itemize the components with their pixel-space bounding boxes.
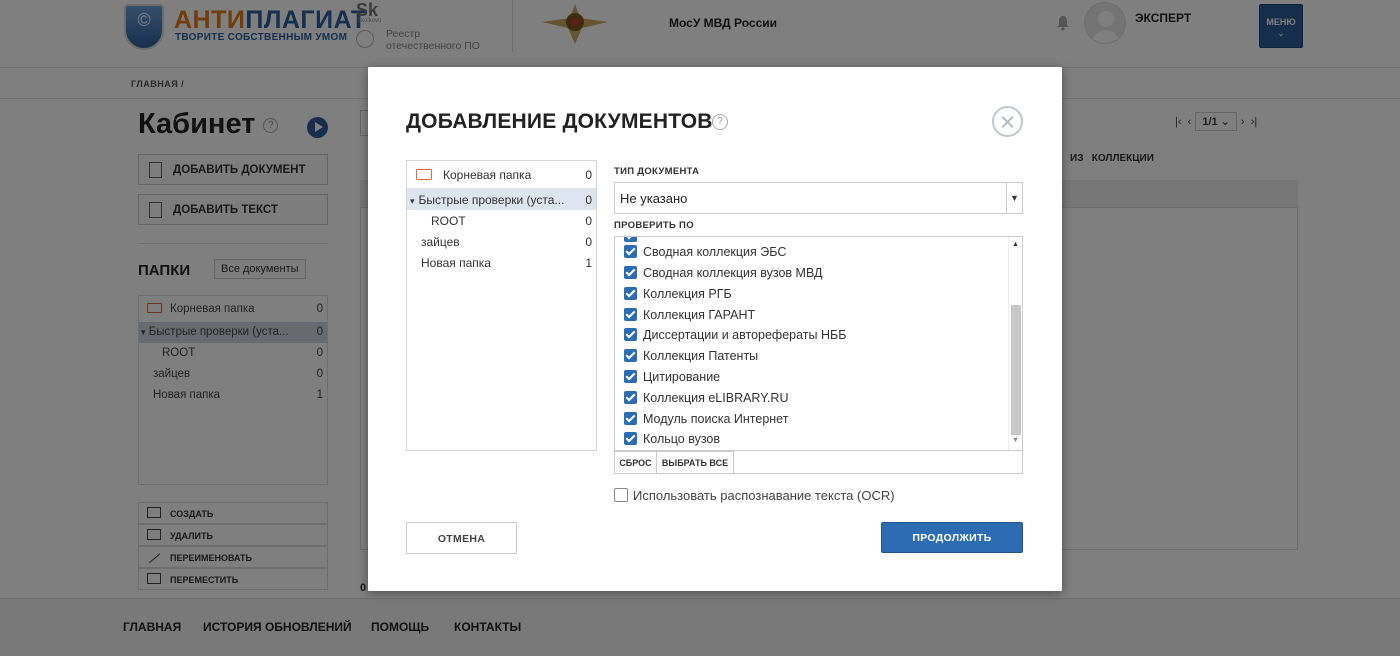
checkbox-checked[interactable] [624, 237, 637, 242]
collection-item[interactable]: Коллекция Патенты [624, 349, 758, 369]
checkbox-checked[interactable] [624, 349, 637, 362]
collections-checklist: Сводная коллекция ЭБС Сводная коллекция … [614, 236, 1023, 451]
close-icon[interactable] [992, 106, 1023, 137]
tree-item-count: 0 [585, 168, 592, 182]
reset-button[interactable]: СБРОС [614, 451, 657, 474]
collection-item[interactable]: Сводная коллекция вузов МВД [624, 266, 823, 286]
tree-item-label: зайцев [421, 235, 460, 249]
checkbox-checked[interactable] [624, 266, 637, 279]
check-by-label: ПРОВЕРИТЬ ПО [614, 220, 694, 231]
checkbox-checked[interactable] [624, 308, 637, 321]
collection-item[interactable]: Коллекция ГАРАНТ [624, 308, 755, 328]
collection-label: Коллекция Патенты [643, 349, 759, 363]
tree-item-new-folder[interactable]: Новая папка 1 [407, 252, 596, 273]
collection-label: Сводная коллекция ЭБС [643, 245, 787, 259]
add-documents-modal: ДОБАВЛЕНИЕ ДОКУМЕНТОВ ? Корневая папка 0 … [368, 67, 1062, 591]
tree-item-zaitsev[interactable]: зайцев 0 [407, 231, 596, 252]
checkbox-checked[interactable] [624, 370, 637, 383]
collection-item[interactable]: Коллекция РГБ [624, 287, 732, 307]
scroll-up-icon[interactable]: ▲ [1012, 241, 1019, 248]
collection-item[interactable]: Цитирование [624, 370, 720, 390]
collection-label: Сводная коллекция вузов МВД [643, 266, 823, 280]
modal-folder-tree: Корневая папка 0 ▾ Быстрые проверки (уста.… [406, 160, 597, 451]
cancel-button[interactable]: ОТМЕНА [406, 522, 517, 554]
doc-type-label: ТИП ДОКУМЕНТА [614, 166, 700, 177]
checklist-scrollbar[interactable]: ▲ ▼ [1008, 237, 1022, 450]
checkbox-checked[interactable] [624, 245, 637, 258]
tree-item-count: 1 [585, 256, 592, 270]
select-all-button[interactable]: ВЫБРАТЬ ВСЕ [656, 451, 734, 474]
tree-item-quick-checks[interactable]: ▾ Быстрые проверки (уста... 0 [407, 189, 596, 210]
collection-label: Коллекция eLIBRARY.RU [643, 391, 789, 405]
tree-item-label: ROOT [431, 214, 466, 228]
collection-item[interactable]: Кольцо вузов [624, 432, 721, 450]
collection-label: Коллекция ГАРАНТ [643, 308, 756, 322]
chevron-down-icon[interactable]: ▾ [410, 196, 415, 206]
scrollbar-thumb[interactable] [1011, 305, 1021, 435]
collection-label: Модуль поиска Интернет [643, 412, 789, 426]
collection-item[interactable]: Диссертации и авторефераты НББ [624, 328, 846, 348]
tree-item-root[interactable]: ROOT 0 [407, 210, 596, 231]
collection-item[interactable]: Модуль поиска Интернет [624, 412, 788, 432]
checkbox-checked[interactable] [624, 287, 637, 300]
checkbox-checked[interactable] [624, 412, 637, 425]
collection-label: Цитирование [643, 370, 721, 384]
checkbox-checked[interactable] [624, 328, 637, 341]
doc-type-select[interactable]: Не указано ▼ [614, 182, 1023, 214]
ocr-option[interactable]: Использовать распознавание текста (OCR) [614, 488, 895, 503]
collection-item[interactable]: Сводная коллекция ЭБС [624, 245, 786, 265]
collection-label: Диссертации и авторефераты НББ [643, 328, 847, 342]
chevron-down-icon: ▼ [1006, 183, 1022, 213]
scroll-down-icon[interactable]: ▼ [1012, 437, 1019, 444]
tree-item-count: 0 [585, 214, 592, 228]
tree-item-root-folder[interactable]: Корневая папка 0 [407, 161, 596, 189]
modal-title: ДОБАВЛЕНИЕ ДОКУМЕНТОВ [406, 110, 713, 133]
tree-item-label: Корневая папка [443, 168, 532, 182]
collection-label: Кольцо вузов [643, 432, 721, 446]
doc-type-value: Не указано [620, 191, 688, 206]
tree-item-count: 0 [585, 235, 592, 249]
checkbox-checked[interactable] [624, 391, 637, 404]
help-icon[interactable]: ? [712, 114, 728, 130]
tree-item-label: Быстрые проверки (уста... [418, 193, 565, 207]
tree-item-label: Новая папка [421, 256, 491, 270]
continue-button[interactable]: ПРОДОЛЖИТЬ [881, 522, 1023, 553]
ocr-checkbox[interactable] [614, 488, 628, 502]
folder-icon [416, 169, 432, 180]
tree-item-count: 0 [585, 193, 592, 207]
collection-item[interactable]: Коллекция eLIBRARY.RU [624, 391, 788, 411]
checkbox-checked[interactable] [624, 432, 637, 445]
collection-label: Коллекция РГБ [643, 287, 732, 301]
ocr-label: Использовать распознавание текста (OCR) [633, 488, 895, 503]
